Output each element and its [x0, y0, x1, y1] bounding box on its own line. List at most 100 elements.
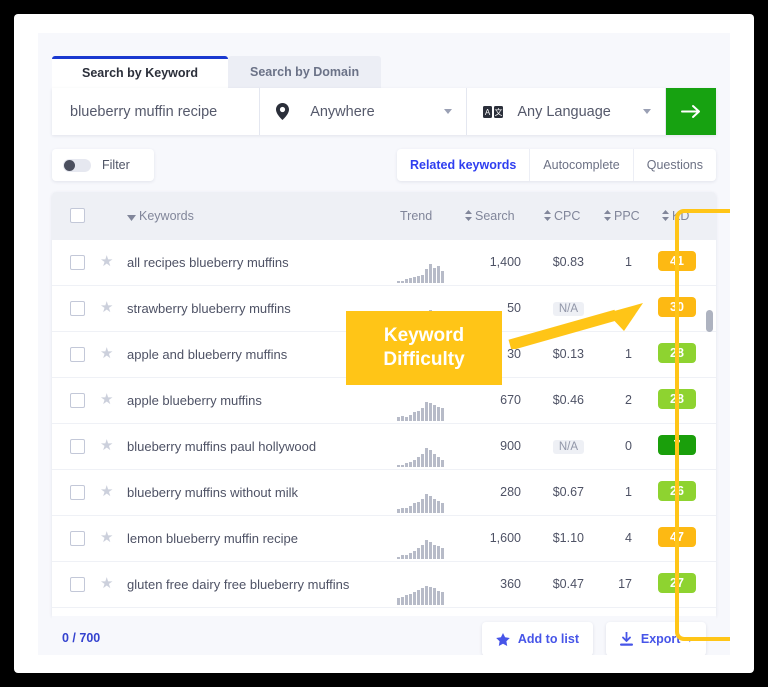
row-checkbox[interactable]: [70, 301, 85, 316]
sort-updown-icon: [604, 210, 611, 224]
callout-line-2: Difficulty: [383, 349, 465, 370]
arrow-right-icon: [680, 104, 701, 119]
table-row[interactable]: ★ blueberry muffins without milk 280 $0.67 1…: [52, 470, 716, 516]
keyword-tool-app: Search by Keyword Search by Domain blueb…: [38, 33, 730, 655]
chevron-down-icon: ▾: [687, 633, 692, 644]
row-checkbox[interactable]: [70, 393, 85, 408]
star-icon[interactable]: ★: [100, 438, 113, 453]
star-icon[interactable]: ★: [100, 530, 113, 545]
row-keyword[interactable]: lemon blueberry muffin recipe: [127, 531, 298, 546]
sort-updown-icon: [465, 210, 472, 224]
row-keyword[interactable]: apple blueberry muffins: [127, 393, 262, 408]
row-cpc: N/A: [536, 439, 584, 454]
toggle-knob: [64, 159, 75, 171]
kd-badge: 28: [658, 389, 696, 409]
row-search-volume: 1,600: [489, 531, 521, 545]
row-ppc: 0: [625, 439, 632, 453]
table-row[interactable]: ★ gluten free dairy free blueberry muffin…: [52, 562, 716, 608]
column-header-keywords[interactable]: Keywords: [127, 209, 194, 223]
row-checkbox[interactable]: [70, 577, 85, 592]
table-body: ★ all recipes blueberry muffins 1,400 $0.83…: [52, 240, 716, 608]
row-keyword[interactable]: blueberry muffins paul hollywood: [127, 439, 316, 454]
star-icon[interactable]: ★: [100, 576, 113, 591]
sort-caret-icon: [127, 210, 136, 224]
tab-autocomplete[interactable]: Autocomplete: [530, 149, 634, 181]
table-row[interactable]: ★ lemon blueberry muffin recipe 1,600 $1.10…: [52, 516, 716, 562]
language-select[interactable]: A 文 Any Language: [467, 88, 666, 135]
row-checkbox[interactable]: [70, 531, 85, 546]
table-row[interactable]: ★ blueberry muffins paul hollywood 900 N/A 0…: [52, 424, 716, 470]
trend-sparkline: [397, 586, 450, 605]
row-checkbox[interactable]: [70, 347, 85, 362]
row-search-volume: 900: [500, 439, 521, 453]
table-scrollbar[interactable]: [704, 240, 714, 616]
select-all-checkbox[interactable]: [70, 208, 85, 223]
chevron-down-icon: [444, 109, 453, 114]
star-icon[interactable]: ★: [100, 484, 113, 499]
keyword-input-value: blueberry muffin recipe: [70, 103, 218, 120]
kd-badge: 28: [658, 343, 696, 363]
column-header-trend: Trend: [400, 209, 433, 223]
tab-search-by-keyword[interactable]: Search by Keyword: [52, 56, 229, 88]
search-mode-tabs: Search by Keyword Search by Domain: [52, 56, 382, 88]
trend-sparkline: [397, 448, 450, 467]
row-ppc: 4: [625, 531, 632, 545]
star-icon[interactable]: ★: [100, 346, 113, 361]
row-checkbox[interactable]: [70, 255, 85, 270]
row-keyword[interactable]: strawberry blueberry muffins: [127, 301, 291, 316]
tab-questions[interactable]: Questions: [634, 149, 716, 181]
sort-updown-icon: [544, 210, 551, 224]
trend-sparkline: [397, 540, 450, 559]
row-search-volume: 1,400: [489, 255, 521, 269]
column-header-cpc-label: CPC: [554, 209, 581, 223]
row-checkbox[interactable]: [70, 485, 85, 500]
row-kd-cell: 30: [658, 297, 696, 317]
column-header-ppc[interactable]: PPC: [604, 209, 640, 223]
row-keyword[interactable]: apple and blueberry muffins: [127, 347, 287, 362]
add-to-list-button[interactable]: Add to list: [481, 622, 593, 655]
kd-badge: 30: [658, 297, 696, 317]
search-submit-button[interactable]: [665, 88, 716, 135]
map-pin-icon: [276, 103, 302, 120]
selection-count: 0 / 700: [62, 631, 101, 645]
row-kd-cell: 41: [658, 251, 696, 271]
row-kd-cell: 28: [658, 389, 696, 409]
add-to-list-label: Add to list: [517, 632, 579, 646]
scrollbar-thumb[interactable]: [706, 310, 713, 332]
row-ppc: 2: [625, 393, 632, 407]
export-button[interactable]: Export ▾: [605, 622, 706, 655]
trend-sparkline: [397, 494, 450, 513]
row-keyword[interactable]: all recipes blueberry muffins: [127, 255, 289, 270]
keyword-input[interactable]: blueberry muffin recipe: [52, 88, 261, 135]
sort-updown-icon: [662, 210, 669, 224]
tab-search-by-domain[interactable]: Search by Domain: [228, 56, 382, 88]
trend-sparkline: [397, 264, 450, 283]
result-type-tabs: Related keywords Autocomplete Questions: [396, 149, 716, 181]
column-header-cpc[interactable]: CPC: [544, 209, 580, 223]
filter-toggle[interactable]: [63, 158, 91, 172]
row-kd-cell: 47: [658, 527, 696, 547]
table-row[interactable]: ★ all recipes blueberry muffins 1,400 $0.83…: [52, 240, 716, 286]
column-header-search[interactable]: Search: [465, 209, 515, 223]
column-header-kd[interactable]: KD: [662, 209, 689, 223]
row-cpc: $0.83: [552, 255, 584, 269]
row-ppc: 17: [618, 577, 632, 591]
filter-button[interactable]: Filter: [52, 149, 154, 181]
row-keyword[interactable]: blueberry muffins without milk: [127, 485, 298, 500]
export-label: Export: [640, 632, 681, 646]
row-keyword[interactable]: gluten free dairy free blueberry muffins: [127, 577, 349, 592]
column-header-keywords-label: Keywords: [139, 209, 194, 223]
row-checkbox[interactable]: [70, 439, 85, 454]
star-icon[interactable]: ★: [100, 254, 113, 269]
kd-badge: 26: [658, 481, 696, 501]
star-icon[interactable]: ★: [100, 392, 113, 407]
location-select[interactable]: Anywhere: [260, 88, 468, 135]
language-value: Any Language: [517, 103, 611, 120]
filter-label: Filter: [102, 158, 130, 172]
row-search-volume: 280: [500, 485, 521, 499]
tab-related-keywords[interactable]: Related keywords: [397, 149, 531, 181]
row-cpc: $0.47: [552, 577, 584, 591]
trend-sparkline: [397, 402, 450, 421]
star-icon[interactable]: ★: [100, 300, 113, 315]
row-cpc: $0.67: [552, 485, 584, 499]
